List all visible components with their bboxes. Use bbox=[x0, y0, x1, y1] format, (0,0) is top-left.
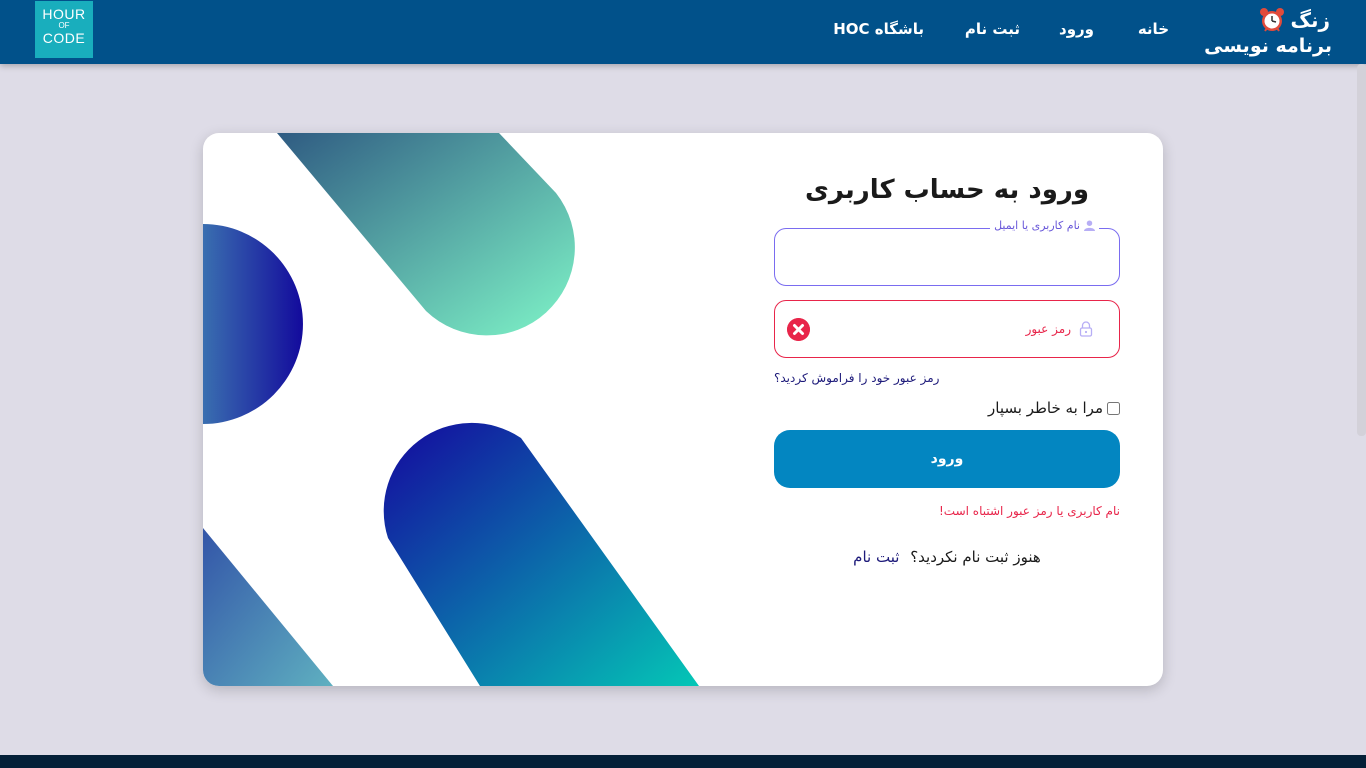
page-scrollbar[interactable] bbox=[1357, 64, 1366, 436]
lock-icon bbox=[1079, 321, 1093, 337]
password-placeholder-text: رمز عبور bbox=[1025, 322, 1071, 336]
remember-me-checkbox[interactable] bbox=[1107, 401, 1120, 415]
logo-line-1: HOUR bbox=[42, 6, 86, 22]
username-field: نام کاربری یا ایمیل bbox=[774, 219, 1120, 286]
password-placeholder: رمز عبور bbox=[1026, 321, 1093, 337]
nav-link-home[interactable]: خانه bbox=[1138, 20, 1169, 44]
brand-line-1: زنگ bbox=[1290, 8, 1330, 32]
page-footer bbox=[0, 755, 1366, 768]
remember-me-label: مرا به خاطر بسپار bbox=[988, 399, 1103, 417]
signup-prompt-text: هنوز ثبت نام نکردید؟ bbox=[910, 548, 1041, 566]
username-label: نام کاربری یا ایمیل bbox=[990, 219, 1099, 232]
alarm-clock-icon bbox=[1260, 8, 1285, 32]
brand-line-2: برنامه نویسی bbox=[1204, 35, 1332, 57]
password-field[interactable]: رمز عبور bbox=[774, 300, 1120, 358]
signup-prompt-line: هنوز ثبت نام نکردید؟ ثبت نام bbox=[774, 548, 1120, 566]
login-submit-button[interactable]: ورود bbox=[774, 430, 1120, 488]
decorative-illustration bbox=[203, 133, 699, 686]
site-brand[interactable]: زنگ برنامه نویسی bbox=[1204, 6, 1332, 58]
logo-line-2: OF bbox=[58, 21, 70, 30]
username-label-text: نام کاربری یا ایمیل bbox=[994, 219, 1080, 232]
nav-link-login[interactable]: ورود bbox=[1059, 20, 1094, 44]
shape-half-circle bbox=[203, 224, 303, 424]
shape-bottom-capsule bbox=[383, 422, 699, 686]
username-input[interactable] bbox=[787, 239, 1107, 275]
shape-corner bbox=[203, 528, 333, 686]
login-card: ورود به حساب کاربری نام کاربری یا ایمیل … bbox=[203, 133, 1163, 686]
login-title: ورود به حساب کاربری bbox=[804, 175, 1090, 205]
top-navbar: HOUR OF CODE باشگاه HOC ثبت نام ورود خان… bbox=[0, 0, 1366, 64]
logo-line-3: CODE bbox=[42, 30, 86, 46]
login-error-message: نام کاربری یا رمز عبور اشتباه است! bbox=[938, 504, 1120, 518]
error-x-icon bbox=[787, 318, 810, 341]
hour-of-code-logo[interactable]: HOUR OF CODE bbox=[35, 1, 93, 58]
remember-me[interactable]: مرا به خاطر بسپار bbox=[988, 399, 1120, 417]
nav-link-register[interactable]: ثبت نام bbox=[965, 20, 1020, 44]
user-icon bbox=[1084, 220, 1095, 231]
forgot-password-link[interactable]: رمز عبور خود را فراموش کردید؟ bbox=[774, 371, 939, 385]
signup-link[interactable]: ثبت نام bbox=[853, 548, 899, 566]
nav-link-club[interactable]: باشگاه HOC bbox=[833, 20, 924, 44]
shape-top-capsule bbox=[277, 133, 575, 336]
